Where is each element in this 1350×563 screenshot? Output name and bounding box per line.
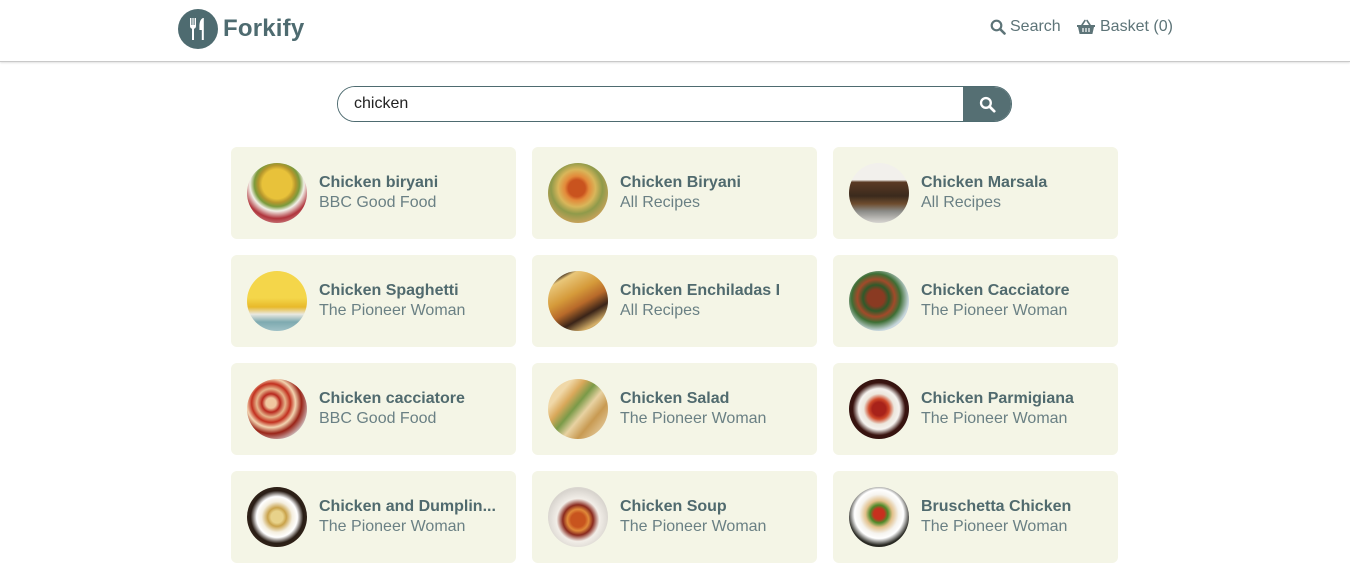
salad-sandwich-image bbox=[548, 379, 608, 439]
cacciatore-tray-image bbox=[247, 379, 307, 439]
search-submit-button[interactable] bbox=[963, 87, 1011, 121]
recipe-source: All Recipes bbox=[921, 194, 1002, 211]
recipe-source: The Pioneer Woman bbox=[620, 518, 767, 535]
recipe-source: All Recipes bbox=[620, 302, 701, 319]
recipe-card[interactable]: Chicken Cacciatore The Pioneer Woman bbox=[833, 255, 1118, 347]
recipe-card[interactable]: Chicken Parmigiana The Pioneer Woman bbox=[833, 363, 1118, 455]
recipe-source: The Pioneer Woman bbox=[921, 410, 1068, 427]
recipe-card[interactable]: Chicken Marsala All Recipes bbox=[833, 147, 1118, 239]
recipe-title: Chicken Salad bbox=[620, 390, 730, 407]
recipe-source: The Pioneer Woman bbox=[319, 518, 466, 535]
biryani-plate-image bbox=[548, 163, 608, 223]
recipe-card[interactable]: Chicken cacciatore BBC Good Food bbox=[231, 363, 516, 455]
recipe-title: Chicken Soup bbox=[620, 498, 727, 515]
recipe-source: The Pioneer Woman bbox=[921, 518, 1068, 535]
logo[interactable]: Forkify bbox=[178, 9, 304, 49]
recipe-title: Chicken Enchiladas I bbox=[620, 282, 781, 299]
recipe-source: BBC Good Food bbox=[319, 194, 437, 211]
enchiladas-image bbox=[548, 271, 608, 331]
recipe-source: The Pioneer Woman bbox=[319, 302, 466, 319]
nav-basket-button[interactable]: Basket (0) bbox=[1076, 18, 1173, 36]
recipe-card[interactable]: Chicken Enchiladas I All Recipes bbox=[532, 255, 817, 347]
recipe-title: Bruschetta Chicken bbox=[921, 498, 1072, 515]
spaghetti-image bbox=[247, 271, 307, 331]
search-icon bbox=[990, 19, 1006, 35]
recipe-title: Chicken and Dumplin... bbox=[319, 498, 496, 515]
parmigiana-image bbox=[849, 379, 909, 439]
recipe-card[interactable]: Chicken biryani BBC Good Food bbox=[231, 147, 516, 239]
recipe-card[interactable]: Bruschetta Chicken The Pioneer Woman bbox=[833, 471, 1118, 563]
recipe-card[interactable]: Chicken Soup The Pioneer Woman bbox=[532, 471, 817, 563]
search-input[interactable] bbox=[338, 87, 963, 121]
recipe-card[interactable]: Chicken Spaghetti The Pioneer Woman bbox=[231, 255, 516, 347]
recipe-title: Chicken Spaghetti bbox=[319, 282, 459, 299]
nav-search-button[interactable]: Search bbox=[990, 18, 1061, 36]
recipe-source: The Pioneer Woman bbox=[921, 302, 1068, 319]
recipe-source: BBC Good Food bbox=[319, 410, 437, 427]
top-header: Forkify Search Basket (0) bbox=[0, 0, 1350, 62]
logo-text: Forkify bbox=[223, 15, 305, 42]
recipe-title: Chicken Marsala bbox=[921, 174, 1048, 191]
dumplings-image bbox=[247, 487, 307, 547]
bruschetta-image bbox=[849, 487, 909, 547]
search-icon bbox=[979, 96, 996, 113]
recipe-card[interactable]: Chicken Salad The Pioneer Woman bbox=[532, 363, 817, 455]
recipe-title: Chicken Biryani bbox=[620, 174, 741, 191]
nav-search-label: Search bbox=[1010, 18, 1061, 35]
recipe-title: Chicken Cacciatore bbox=[921, 282, 1070, 299]
biryani-bowl-image bbox=[247, 163, 307, 223]
recipe-title: Chicken Parmigiana bbox=[921, 390, 1074, 407]
soup-image bbox=[548, 487, 608, 547]
recipe-source: All Recipes bbox=[620, 194, 701, 211]
cacciatore-image bbox=[849, 271, 909, 331]
search-bar bbox=[337, 86, 1012, 122]
nav-basket-label: Basket (0) bbox=[1100, 18, 1173, 35]
marsala-image bbox=[849, 163, 909, 223]
basket-icon bbox=[1077, 19, 1095, 34]
recipe-card[interactable]: Chicken and Dumplin... The Pioneer Woman bbox=[231, 471, 516, 563]
recipe-card[interactable]: Chicken Biryani All Recipes bbox=[532, 147, 817, 239]
fork-knife-icon bbox=[178, 9, 218, 49]
recipe-title: Chicken biryani bbox=[319, 174, 439, 191]
recipe-title: Chicken cacciatore bbox=[319, 390, 465, 407]
recipe-source: The Pioneer Woman bbox=[620, 410, 767, 427]
